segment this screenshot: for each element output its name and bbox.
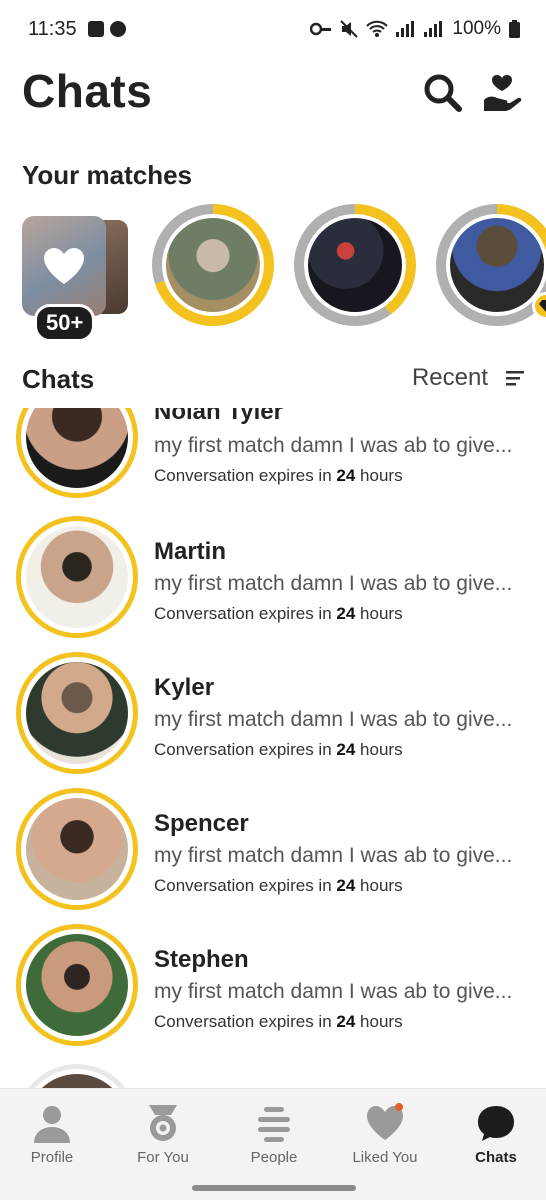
likes-card[interactable]: 50+ [22,216,128,342]
chat-message-preview: my first match damn I was ab to give... [154,844,513,867]
match-photo-2 [304,214,406,316]
nav-liked-you[interactable]: Liked You [335,1103,435,1166]
chat-photo [26,408,128,488]
status-icons: 100% [310,18,520,40]
chat-expiry: Conversation expires in 24 hours [154,466,403,485]
nav-label-for-you: For You [137,1149,189,1166]
chat-row[interactable]: Martin my first match damn I was ab to g… [0,512,546,648]
chat-message-preview: my first match damn I was ab to give... [154,572,513,595]
chat-photo [26,526,128,628]
heart-hand-button[interactable] [480,70,524,114]
chat-row-partial[interactable] [0,1056,546,1088]
chat-expiry: Conversation expires in 24 hours [154,740,403,759]
search-icon [424,74,462,112]
sort-control[interactable]: Recent [412,364,524,392]
sort-label: Recent [411,364,488,391]
checkbox-notification-icon [88,21,104,37]
chat-avatar[interactable] [16,408,138,498]
chat-avatar[interactable] [16,1064,138,1088]
chat-name: Martin [154,538,226,565]
bottom-nav: Profile For You People Liked You Chats [0,1088,546,1200]
chat-list[interactable]: Nolan Tyler my first match damn I was ab… [0,408,546,1088]
chat-bubble-icon [478,1106,514,1141]
chat-message-preview: my first match damn I was ab to give... [154,980,513,1003]
nav-people[interactable]: People [224,1103,324,1166]
chat-name: Nolan Tyler [154,408,283,425]
chat-message-preview: my first match damn I was ab to give... [154,434,513,457]
match-photo-3 [446,214,546,316]
heart-icon [44,248,84,284]
signal-icon [396,21,415,37]
chat-row[interactable]: Nolan Tyler my first match damn I was ab… [0,408,546,502]
page-title: Chats [22,65,153,117]
likes-count-badge: 50+ [34,304,96,342]
chat-expiry: Conversation expires in 24 hours [154,876,403,895]
chat-row[interactable]: Stephen my first match damn I was ab to … [0,920,546,1056]
chat-avatar[interactable] [16,652,138,774]
chat-avatar[interactable] [16,924,138,1046]
search-button[interactable] [420,70,464,114]
signal-icon-2 [424,21,443,37]
home-indicator [192,1185,356,1191]
mute-icon [340,20,359,38]
chat-row[interactable]: Spencer my first match damn I was ab to … [0,784,546,920]
match-avatar-3[interactable] [436,204,546,326]
key-icon [310,22,332,36]
chat-photo [26,1074,128,1088]
sort-lines-icon [506,371,524,386]
chat-photo [26,798,128,900]
chat-name: Kyler [154,674,215,701]
battery-percent: 100% [452,18,501,39]
chat-avatar[interactable] [16,516,138,638]
chat-expiry: Conversation expires in 24 hours [154,1012,403,1031]
chat-expiry: Conversation expires in 24 hours [154,604,403,623]
nav-label-people: People [250,1149,298,1166]
matches-row: 50+ [0,200,546,342]
nav-profile[interactable]: Profile [2,1103,102,1166]
status-time: 11:35 [28,18,77,40]
nav-label-profile: Profile [30,1149,74,1166]
nav-for-you[interactable]: For You [113,1103,213,1166]
chat-name: Spencer [154,810,249,837]
heart-hand-icon [484,75,522,111]
nav-label-liked-you: Liked You [352,1149,418,1166]
medal-icon [149,1105,177,1141]
diamond-icon [539,300,546,312]
chat-photo [26,662,128,764]
chat-name: Stephen [154,946,249,973]
heart-icon [367,1103,403,1140]
battery-icon [509,20,520,38]
stack-lines-icon [258,1107,290,1142]
match-avatar-1[interactable] [152,204,274,326]
match-photo-1 [162,214,264,316]
matches-section-title: Your matches [22,160,193,190]
chat-photo [26,934,128,1036]
chat-row[interactable]: Kyler my first match damn I was ab to gi… [0,648,546,784]
chats-section-title: Chats [22,364,95,394]
person-icon [34,1106,70,1143]
chat-avatar[interactable] [16,788,138,910]
do-not-disturb-icon [110,21,126,37]
match-avatar-2[interactable] [294,204,416,326]
wifi-icon [366,20,389,37]
chat-message-preview: my first match damn I was ab to give... [154,708,513,731]
status-bar: 11:35 100% [0,0,546,60]
nav-chats[interactable]: Chats [446,1103,546,1166]
nav-label-chats: Chats [475,1149,517,1166]
